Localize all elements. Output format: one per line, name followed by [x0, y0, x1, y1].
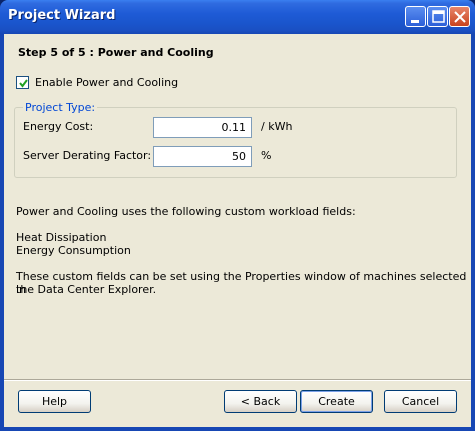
- derating-factor-label: Server Derating Factor:: [23, 149, 152, 162]
- dialog-body: Step 5 of 5 : Power and Cooling Enable P…: [4, 34, 471, 427]
- cancel-button[interactable]: Cancel: [384, 390, 457, 413]
- step-title: Step 5 of 5 : Power and Cooling: [18, 46, 214, 59]
- help-button[interactable]: Help: [18, 390, 91, 413]
- info-note-line2: the Data Center Explorer.: [16, 283, 157, 296]
- window-frame-bottom: [0, 427, 475, 431]
- enable-power-cooling-row[interactable]: Enable Power and Cooling: [16, 74, 178, 90]
- window-title: Project Wizard: [8, 8, 116, 23]
- energy-cost-unit: / kWh: [261, 120, 293, 133]
- custom-field-energy: Energy Consumption: [16, 244, 131, 257]
- title-bar[interactable]: Project Wizard: [0, 0, 475, 34]
- enable-power-cooling-checkbox[interactable]: [16, 75, 29, 89]
- minimize-icon: [411, 20, 419, 23]
- create-button[interactable]: Create: [300, 390, 373, 413]
- window-frame-right: [471, 34, 475, 431]
- back-button[interactable]: < Back: [224, 390, 297, 413]
- energy-cost-input[interactable]: 0.11: [153, 117, 252, 138]
- enable-power-cooling-label: Enable Power and Cooling: [35, 75, 179, 89]
- project-type-legend: Project Type:: [23, 101, 98, 114]
- project-wizard-window: Project Wizard Step 5 of 5 : Power and C…: [0, 0, 475, 431]
- custom-field-heat: Heat Dissipation: [16, 231, 107, 244]
- maximize-icon: [432, 10, 445, 23]
- energy-cost-label: Energy Cost:: [23, 120, 94, 133]
- close-icon: [454, 11, 466, 23]
- button-bar-separator: [4, 379, 471, 381]
- project-type-group: Project Type: Energy Cost: 0.11 / kWh Se…: [14, 101, 457, 178]
- checkmark-icon: [19, 78, 28, 88]
- maximize-button[interactable]: [427, 6, 448, 27]
- minimize-button[interactable]: [405, 6, 426, 27]
- derating-factor-input[interactable]: 50: [153, 146, 252, 167]
- close-button[interactable]: [449, 6, 470, 27]
- info-intro: Power and Cooling uses the following cus…: [16, 205, 356, 218]
- derating-factor-unit: %: [261, 149, 272, 162]
